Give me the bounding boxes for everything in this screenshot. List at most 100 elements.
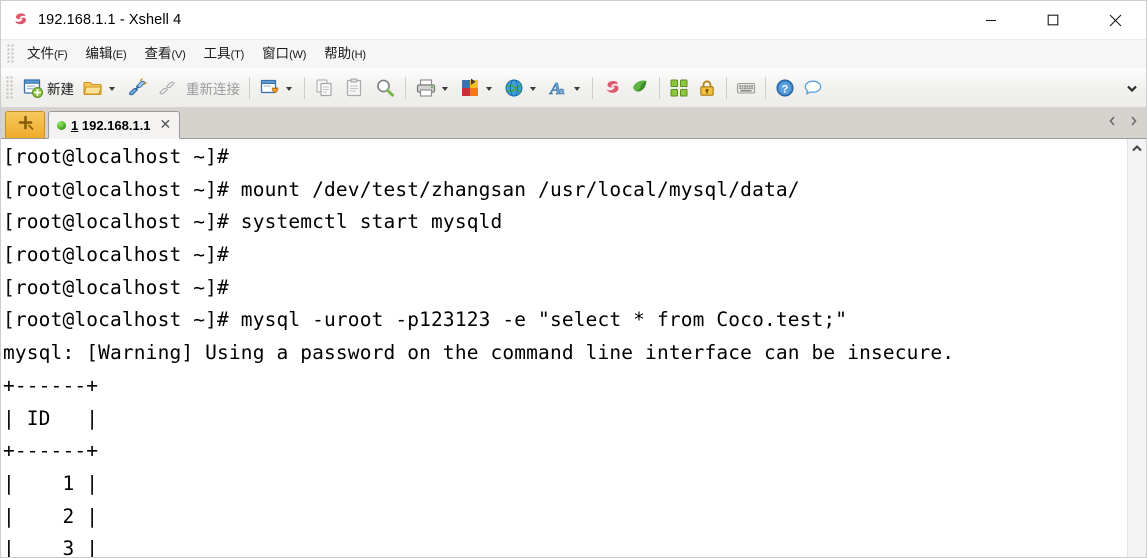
toolbar-separator [405, 76, 406, 99]
connect-button[interactable] [122, 73, 152, 103]
menu-tools-mnemonic: (T) [230, 48, 245, 61]
menubar-grip[interactable] [7, 44, 14, 64]
terminal-line: +------+ [3, 373, 99, 397]
toolbar-overflow-button[interactable] [1122, 68, 1142, 107]
window-title: 192.168.1.1 - Xshell 4 [38, 12, 182, 28]
chat-bubble-icon [803, 78, 823, 98]
open-session-chevron-down-icon[interactable] [109, 86, 115, 91]
toolbar-separator [249, 76, 250, 99]
menu-window-label: 窗口 [262, 45, 290, 61]
menu-file-mnemonic: (F) [54, 48, 68, 61]
connect-plug-icon [126, 77, 148, 99]
close-button[interactable] [1084, 1, 1146, 39]
tab-scrollers [1102, 110, 1144, 134]
scrollbar-up-button[interactable] [1128, 139, 1146, 157]
tab-status-indicator-icon [57, 120, 66, 130]
terminal-line: [root@localhost ~]# [3, 243, 229, 267]
menu-help-label: 帮助 [324, 45, 352, 61]
paste-icon [344, 77, 366, 99]
svg-text:?: ? [782, 83, 789, 95]
globe-icon [503, 77, 525, 99]
chevron-up-icon [1132, 139, 1142, 157]
scrollbar-track[interactable] [1128, 157, 1146, 557]
reconnect-label: 重新连接 [186, 81, 240, 97]
window-controls [960, 1, 1146, 39]
terminal-line: [root@localhost ~]# mysql -uroot -p12312… [3, 308, 848, 332]
titlebar: 192.168.1.1 - Xshell 4 [1, 1, 1146, 39]
terminal-output[interactable]: [root@localhost ~]# [root@localhost ~]# … [1, 139, 1127, 557]
disconnect-button[interactable] [152, 73, 182, 103]
new-session-icon [22, 77, 44, 99]
menu-tools[interactable]: 工具(T) [195, 42, 253, 67]
chevron-down-icon [1127, 79, 1137, 97]
open-session-button[interactable] [78, 73, 122, 103]
maximize-button[interactable] [1022, 1, 1084, 39]
minimize-button[interactable] [960, 1, 1022, 39]
menu-window-mnemonic: (W) [289, 48, 307, 61]
print-chevron-down-icon[interactable] [442, 86, 448, 91]
menu-file[interactable]: 文件(F) [18, 42, 76, 67]
menu-view-label: 查看 [144, 45, 172, 61]
lock-icon [697, 78, 717, 98]
xshell-logo-icon [602, 78, 622, 98]
menu-view[interactable]: 查看(V) [136, 42, 195, 67]
color-scheme-button[interactable] [455, 73, 499, 103]
tab-close-icon[interactable]: ✕ [156, 117, 174, 132]
tab-label: 1 192.168.1.1 [71, 118, 151, 133]
toolbar-grip[interactable] [6, 75, 13, 100]
tab-scroll-right-button[interactable] [1123, 111, 1144, 133]
font-button[interactable]: A a [543, 73, 587, 103]
menu-help[interactable]: 帮助(H) [315, 42, 375, 67]
new-session-label: 新建 [47, 81, 74, 97]
terminal-line: | 1 | [3, 471, 99, 495]
disconnect-plug-icon [156, 77, 178, 99]
fullscreen-icon [669, 78, 689, 98]
xshell-button[interactable] [598, 73, 626, 103]
terminal-line: [root@localhost ~]# [3, 275, 229, 299]
print-button[interactable] [411, 73, 455, 103]
chevron-right-icon [1130, 113, 1137, 131]
color-palette-icon [459, 77, 481, 99]
font-a-icon: A a [547, 77, 569, 99]
fullscreen-button[interactable] [665, 73, 693, 103]
toolbar-separator [765, 76, 766, 99]
copy-icon [314, 77, 336, 99]
xshell-logo-icon [11, 11, 29, 29]
tabbar: 1 192.168.1.1 ✕ [1, 108, 1146, 139]
menubar: 文件(F) 编辑(E) 查看(V) 工具(T) 窗口(W) 帮助(H) [1, 39, 1146, 68]
properties-button[interactable] [255, 73, 299, 103]
terminal-area: [root@localhost ~]# [root@localhost ~]# … [1, 139, 1146, 557]
lock-button[interactable] [693, 73, 721, 103]
properties-chevron-down-icon[interactable] [286, 86, 292, 91]
keyboard-button[interactable] [732, 73, 760, 103]
terminal-line: [root@localhost ~]# systemctl start mysq… [3, 210, 503, 234]
copy-button[interactable] [310, 73, 340, 103]
menu-window[interactable]: 窗口(W) [253, 42, 315, 67]
tab-title: 192.168.1.1 [81, 117, 151, 133]
toolbar-separator [726, 76, 727, 99]
new-session-button[interactable]: 新建 [18, 73, 78, 103]
new-tab-button[interactable] [5, 111, 45, 138]
menu-edit-mnemonic: (E) [112, 48, 127, 61]
help-button[interactable]: ? [771, 73, 799, 103]
terminal-line: mysql: [Warning] Using a password on the… [3, 341, 955, 365]
color-scheme-chevron-down-icon[interactable] [486, 86, 492, 91]
new-tab-plus-icon [17, 114, 34, 136]
tab-scroll-left-button[interactable] [1102, 111, 1123, 133]
browser-chevron-down-icon[interactable] [530, 86, 536, 91]
terminal-line: | ID | [3, 406, 99, 430]
menu-help-mnemonic: (H) [351, 48, 366, 61]
toolbar-separator [304, 76, 305, 99]
font-chevron-down-icon[interactable] [574, 86, 580, 91]
find-button[interactable] [370, 73, 400, 103]
reconnect-button[interactable]: 重新连接 [182, 73, 244, 103]
paste-button[interactable] [340, 73, 370, 103]
menu-edit[interactable]: 编辑(E) [76, 42, 135, 67]
xftp-logo-icon [630, 78, 650, 98]
chat-button[interactable] [799, 73, 827, 103]
browser-button[interactable] [499, 73, 543, 103]
terminal-scrollbar[interactable] [1127, 139, 1146, 557]
chevron-left-icon [1109, 113, 1116, 131]
tab-192-168-1-1[interactable]: 1 192.168.1.1 ✕ [48, 111, 181, 139]
xftp-button[interactable] [626, 73, 654, 103]
